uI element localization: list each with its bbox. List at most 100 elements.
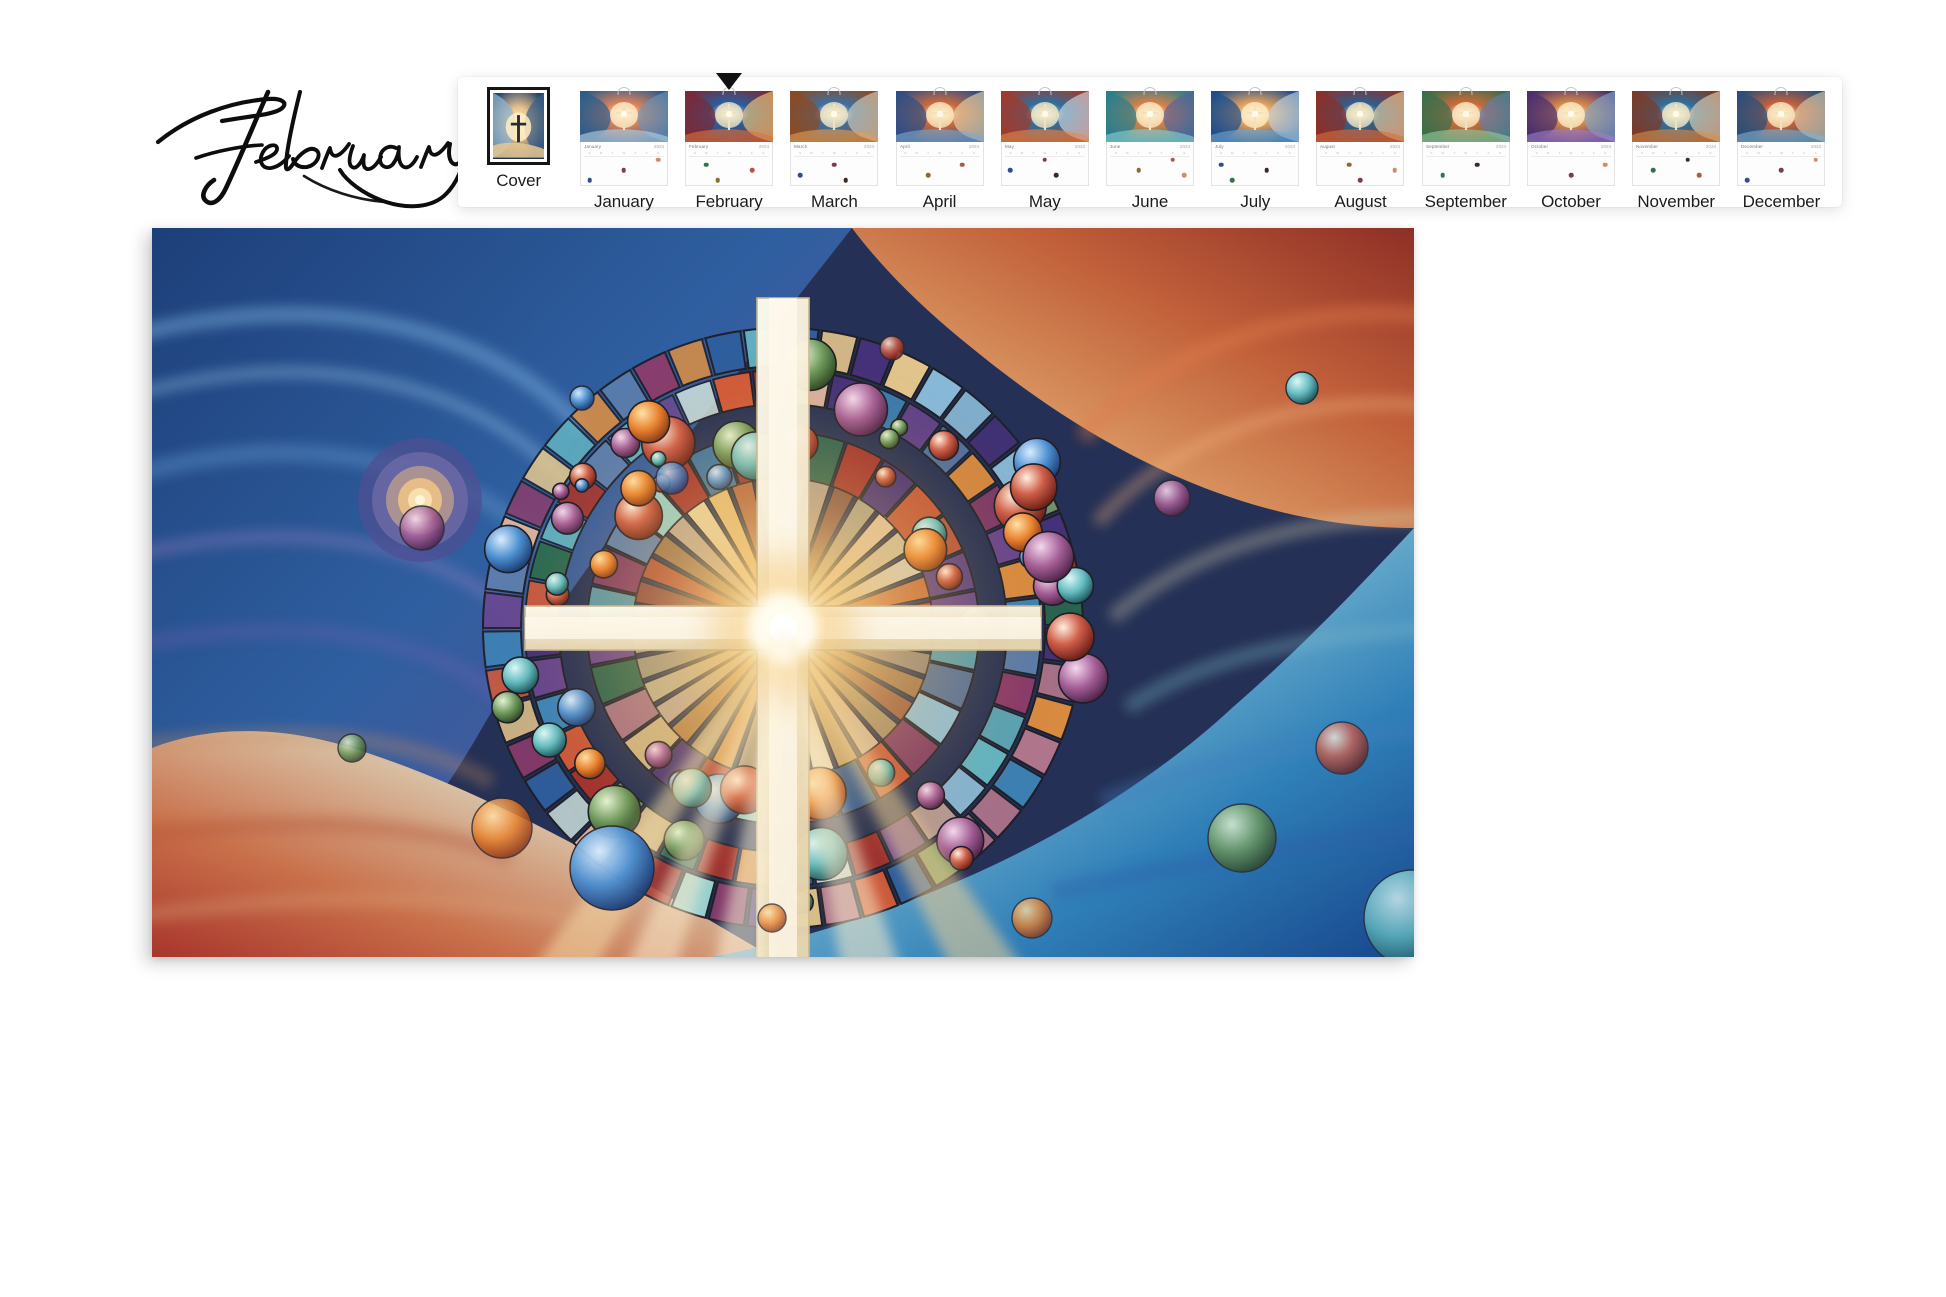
thumbnail-june[interactable]: June 2024 S M T W T F S · · · · · · · · · · · · · · · · · · · · · · · · ·… [1097,87,1202,210]
calendar-thumbnail-grid: November 2024 S M T W T F S · · · · · · · · · · · · · · · · · · · · ·… [1632,142,1721,186]
thumbnail-label: December [1742,192,1821,211]
weekday-initial: F [1171,151,1174,155]
month-thumbnail-filmstrip[interactable]: Cover January 2024 S M T W T F S · · · · · · · · · · · · · · · · ·… [458,73,1842,211]
calendar-day-cell: · [1687,177,1689,182]
thumbnail-november[interactable]: November 2024 S M T W T F S · · · · · · · · · · · · · · · · · · · · ·… [1624,87,1729,210]
calendar-month-name: October [1530,143,1549,150]
calendar-page-thumbnail[interactable]: March 2024 S M T W T F S · · · · · · · · · · · · · · · · · · · · · · · ·… [790,87,879,186]
weekday-initial: S [972,151,975,155]
calendar-hanger-icon [1353,87,1367,95]
cover-thumbnail-frame[interactable] [487,87,551,165]
calendar-day-cell: · [1465,177,1467,182]
calendar-day-marker [1813,157,1818,162]
thumbnail-october[interactable]: October 2024 S M T W T F S · · · · · · · · · · · · · · · · · · · · · ·… [1518,87,1623,210]
calendar-day-cell: · [1570,177,1572,182]
calendar-day-grid: ··································· [1215,157,1295,183]
calendar-page-thumbnail[interactable]: September 2024 S M T W T F S · · · · · · · · · · · · · · · · · · · ·… [1421,87,1510,186]
calendar-thumbnail-art [1421,91,1510,142]
calendar-day-cell: · [1769,177,1771,182]
thumbnail-december[interactable]: December 2024 S M T W T F S · · · · · · · · · · · · · · · · · · · · ·… [1729,87,1834,211]
weekday-initial: T [1242,151,1245,155]
weekday-initial: W [938,151,941,155]
weekday-initial: T [927,151,930,155]
calendar-day-cell: · [646,177,648,182]
weekday-initial: M [1546,151,1550,155]
thumbnail-label: January [593,192,654,211]
stained-glass-cross-artwork [152,228,1414,957]
thumbnail-label: May [1028,192,1061,211]
calendar-thumbnail-grid: February 2024 S M T W T F S · · · · · · · · · · · · · · · · · · · · ·… [685,142,774,186]
calendar-day-marker [832,162,837,168]
thumbnail-label: April [922,192,957,211]
weekday-initial: M [1231,151,1234,155]
thumbnail-may[interactable]: May 2024 S M T W T F S · · · · · · · · · · · · · · · · · · · · · · · · · ·… [992,87,1097,211]
weekday-initial: W [1779,151,1783,155]
calendar-month-name: November [1636,143,1659,150]
calendar-day-grid: ··································· [689,157,769,183]
calendar-year: 2024 [1285,143,1296,150]
calendar-page-thumbnail[interactable]: December 2024 S M T W T F S · · · · · · · · · · · · · · · · · · · · ·… [1737,87,1826,186]
calendar-page-thumbnail[interactable]: November 2024 S M T W T F S · · · · · · · · · · · · · · · · · · · · ·… [1632,87,1721,186]
calendar-page-thumbnail[interactable]: August 2024 S M T W T F S · · · · · · · · · · · · · · · · · · · · · · ·… [1316,87,1405,186]
calendar-day-cell: · [833,177,835,182]
calendar-day-cell: · [916,177,918,182]
calendar-day-marker [960,162,965,168]
thumbnail-february[interactable]: February 2024 S M T W T F S · · · · · · · · · · · · · · · · · · · · ·… [676,73,781,210]
calendar-day-cell: · [1289,177,1291,182]
calendar-day-cell: · [1675,177,1677,182]
calendar-day-marker [1230,178,1235,183]
thumbnail-label: September [1424,192,1507,211]
weekday-initial: S [1114,151,1117,155]
calendar-day-cell: · [1032,177,1034,182]
calendar-year: 2024 [1179,143,1191,150]
calendar-page-thumbnail[interactable]: June 2024 S M T W T F S · · · · · · · · · · · · · · · · · · · · · · · · ·… [1106,87,1195,186]
page-title [150,72,480,209]
calendar-page-thumbnail[interactable]: October 2024 S M T W T F S · · · · · · · · · · · · · · · · · · · · · ·… [1526,87,1615,186]
calendar-month-name: September [1425,143,1450,150]
thumbnail-august[interactable]: August 2024 S M T W T F S · · · · · · · · · · · · · · · · · · · · · · ·… [1308,87,1413,210]
artwork-canvas[interactable] [152,228,1414,957]
weekday-initial: T [821,151,824,155]
calendar-day-grid: ··································· [900,157,980,183]
weekday-initial: M [810,151,813,155]
calendar-day-cell: · [1138,177,1140,182]
calendar-day-cell: · [840,178,851,183]
calendar-day-cell: · [1277,177,1279,182]
calendar-day-cell: · [1698,177,1700,182]
calendar-day-cell: · [856,177,858,182]
weekday-initial: T [634,151,637,155]
calendar-day-marker [1042,157,1048,162]
calendar-day-cell: · [1115,177,1117,182]
weekday-initial: W [727,151,731,155]
weekday-initial: T [1581,151,1584,155]
calendar-day-marker [1008,167,1013,173]
calendar-day-marker [1053,172,1059,178]
thumbnail-march[interactable]: March 2024 S M T W T F S · · · · · · · · · · · · · · · · · · · · · · · ·… [782,87,887,210]
weekday-initial: T [1453,151,1456,155]
calendar-page-thumbnail[interactable]: January 2024 S M T W T F S · · · · · · · · · · · · · · · · · · · · · ·… [579,87,668,186]
weekday-initial: F [1382,151,1385,155]
thumbnail-april[interactable]: April 2024 S M T W T F S · · · · · · · · · · · · · · · · · · · · · · · ·… [887,87,992,211]
weekday-initial: T [739,151,742,155]
calendar-day-marker [1392,167,1398,173]
calendar-month-name: August [1320,143,1336,150]
calendar-day-marker [1170,157,1176,162]
thumbnail-cover[interactable]: Cover [466,87,571,207]
calendar-page-thumbnail[interactable]: May 2024 S M T W T F S · · · · · · · · · · · · · · · · · · · · · · · · · ·… [1000,87,1089,186]
thumbnail-september[interactable]: September 2024 S M T W T F S · · · · · · · · · · · · · · · · · · · ·… [1413,87,1518,211]
weekday-initial: S [1219,151,1222,155]
calendar-day-marker [1218,162,1224,168]
thumbnail-january[interactable]: January 2024 S M T W T F S · · · · · · · · · · · · · · · · · · · · · ·… [571,87,676,211]
calendar-page-thumbnail[interactable]: July 2024 S M T W T F S · · · · · · · · · · · · · · · · · · · · · · · · ·… [1211,87,1300,186]
calendar-day-cell: · [611,177,613,182]
calendar-day-cell: · [927,177,929,182]
calendar-page-thumbnail[interactable]: February 2024 S M T W T F S · · · · · · · · · · · · · · · · · · · · ·… [685,87,774,186]
weekday-initial: S [1009,151,1012,155]
thumbnail-july[interactable]: July 2024 S M T W T F S · · · · · · · · · · · · · · · · · · · · · · · · ·… [1203,87,1308,210]
calendar-month-name: June [1110,143,1121,150]
calendar-day-marker [1779,167,1784,173]
calendar-page-thumbnail[interactable]: April 2024 S M T W T F S · · · · · · · · · · · · · · · · · · · · · · · ·… [895,87,984,186]
calendar-year: 2024 [1705,143,1717,150]
calendar-thumbnail-art [1632,91,1721,142]
calendar-year: 2024 [1495,143,1506,150]
